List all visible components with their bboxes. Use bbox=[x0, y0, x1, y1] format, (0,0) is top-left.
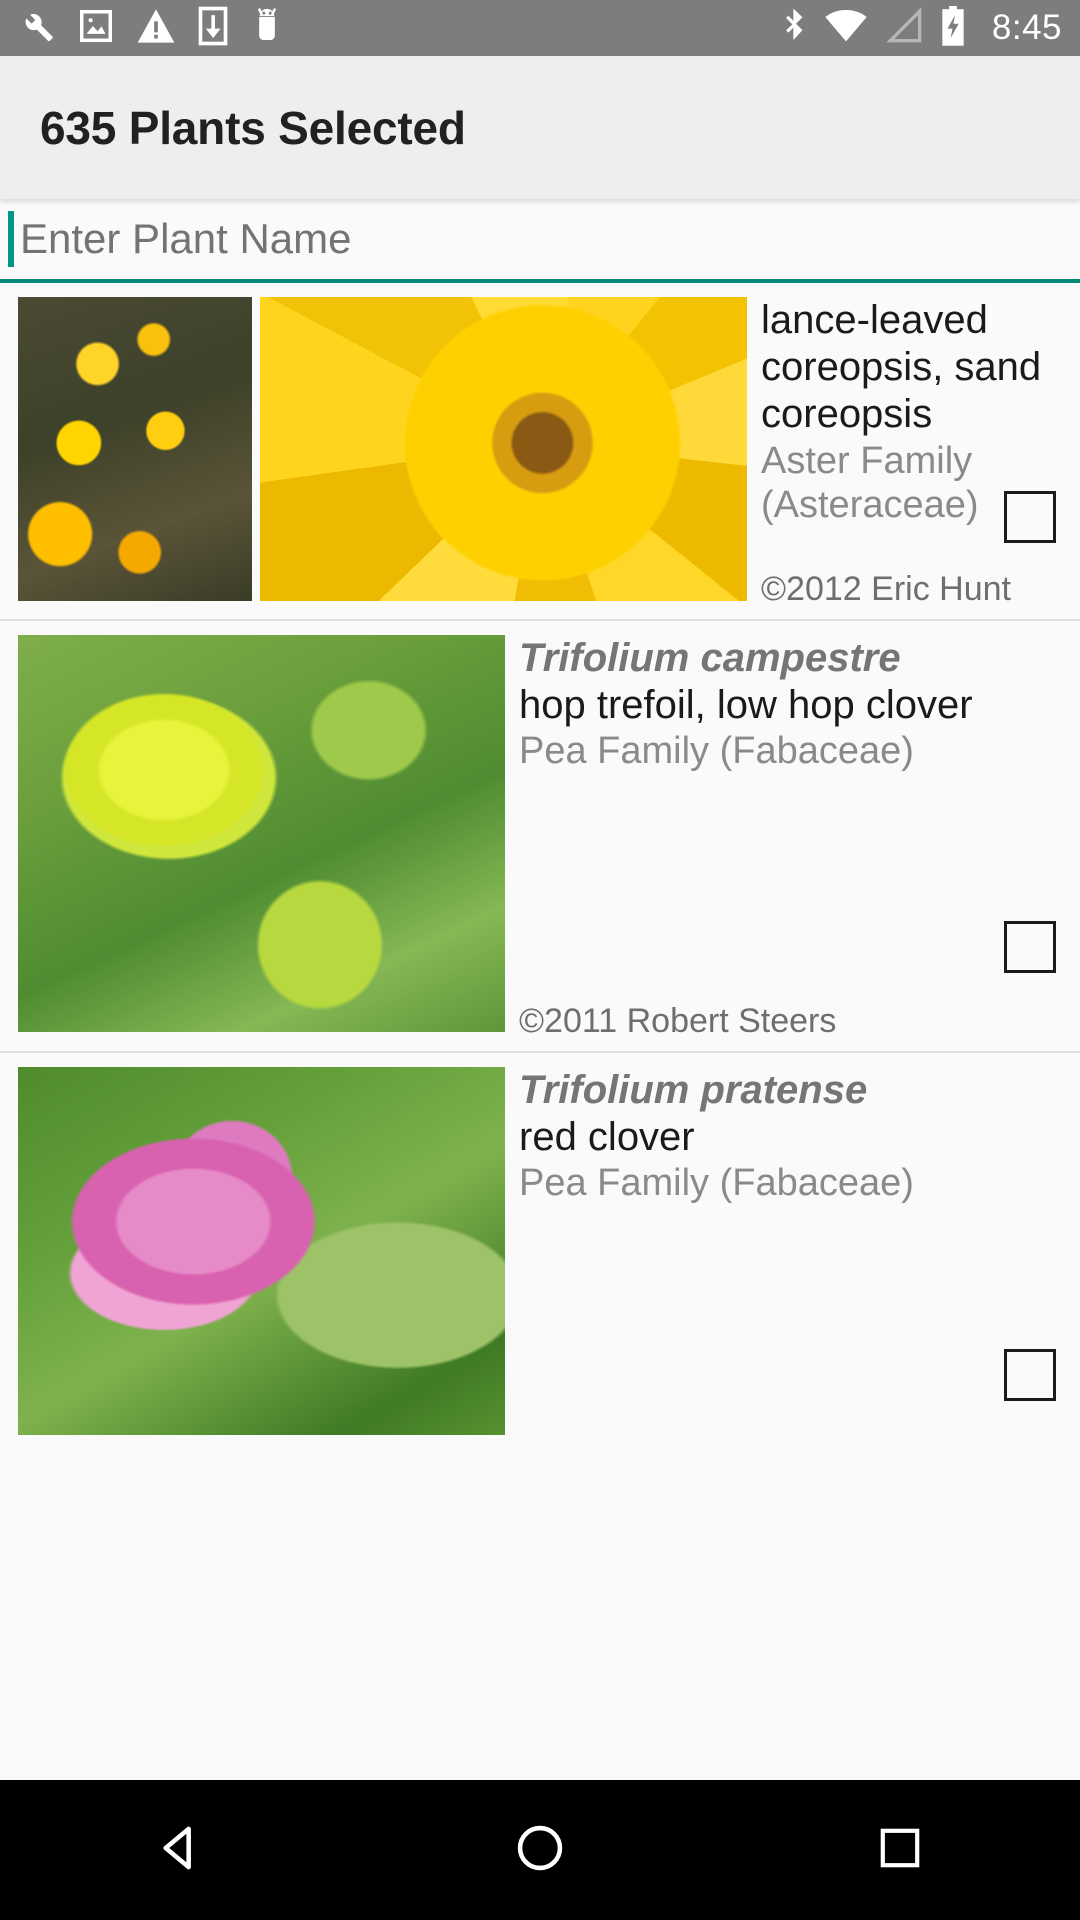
app-bar: 635 Plants Selected bbox=[0, 56, 1080, 199]
home-button[interactable] bbox=[450, 1780, 630, 1920]
plant-info: Trifolium campestre hop trefoil, low hop… bbox=[505, 621, 1080, 1051]
back-button[interactable] bbox=[90, 1780, 270, 1920]
status-bar-system-icons: 8:45 bbox=[782, 5, 1062, 52]
select-checkbox-slot[interactable] bbox=[1004, 491, 1056, 543]
wrench-icon bbox=[18, 7, 56, 50]
thumbnail-group bbox=[0, 621, 505, 1051]
plant-info: lance-leaved coreopsis, sand coreopsis A… bbox=[747, 283, 1080, 619]
plant-family: Pea Family (Fabaceae) bbox=[519, 1162, 914, 1205]
android-navigation-bar bbox=[0, 1780, 1080, 1920]
common-name: red clover bbox=[519, 1115, 695, 1160]
status-bar-clock: 8:45 bbox=[991, 8, 1062, 47]
photo-credit: ©2012 Eric Hunt bbox=[761, 570, 1011, 608]
select-checkbox[interactable] bbox=[1004, 491, 1056, 543]
thumbnail-group bbox=[0, 1053, 505, 1448]
warning-triangle-icon bbox=[136, 7, 176, 50]
back-triangle-icon bbox=[154, 1822, 206, 1879]
plant-info: Trifolium pratense red clover Pea Family… bbox=[505, 1053, 1080, 1448]
page-title: 635 Plants Selected bbox=[40, 101, 466, 154]
photo-credit: ©2011 Robert Steers bbox=[519, 1002, 837, 1040]
plant-thumbnail[interactable] bbox=[260, 297, 747, 601]
list-item[interactable]: lance-leaved coreopsis, sand coreopsis A… bbox=[0, 283, 1080, 621]
select-checkbox-slot[interactable] bbox=[1004, 921, 1056, 973]
thumbnail-group bbox=[0, 283, 747, 619]
bluetooth-icon bbox=[782, 6, 808, 51]
plant-list[interactable]: lance-leaved coreopsis, sand coreopsis A… bbox=[0, 283, 1080, 1448]
status-bar: 8:45 bbox=[0, 0, 1080, 56]
battery-charging-icon bbox=[940, 5, 966, 52]
common-name: lance-leaved coreopsis, sand coreopsis bbox=[761, 298, 1042, 437]
recents-square-icon bbox=[876, 1824, 924, 1877]
select-checkbox[interactable] bbox=[1004, 921, 1056, 973]
plant-thumbnail[interactable] bbox=[18, 1067, 505, 1435]
download-icon bbox=[198, 6, 228, 51]
scientific-name: Trifolium campestre bbox=[519, 636, 901, 680]
search-input[interactable]: Enter Plant Name bbox=[0, 199, 1080, 283]
image-icon bbox=[78, 7, 114, 50]
wifi-icon bbox=[824, 6, 868, 51]
scientific-name: Trifolium pratense bbox=[519, 1068, 868, 1112]
search-placeholder-text: Enter Plant Name bbox=[20, 215, 352, 262]
plant-thumbnail[interactable] bbox=[18, 297, 252, 601]
text-cursor bbox=[8, 211, 14, 267]
android-robot-icon bbox=[250, 6, 284, 51]
cellular-signal-icon bbox=[884, 6, 924, 51]
plant-family: Pea Family (Fabaceae) bbox=[519, 730, 914, 773]
plant-thumbnail[interactable] bbox=[18, 635, 505, 1032]
search-container: Enter Plant Name bbox=[0, 199, 1080, 283]
common-name: hop trefoil, low hop clover bbox=[519, 683, 973, 728]
recents-button[interactable] bbox=[810, 1780, 990, 1920]
list-item[interactable]: Trifolium pratense red clover Pea Family… bbox=[0, 1053, 1080, 1448]
select-checkbox[interactable] bbox=[1004, 1349, 1056, 1401]
status-bar-notification-icons bbox=[18, 6, 284, 51]
home-circle-icon bbox=[514, 1822, 566, 1879]
list-item[interactable]: Trifolium campestre hop trefoil, low hop… bbox=[0, 621, 1080, 1053]
select-checkbox-slot[interactable] bbox=[1004, 1349, 1056, 1401]
